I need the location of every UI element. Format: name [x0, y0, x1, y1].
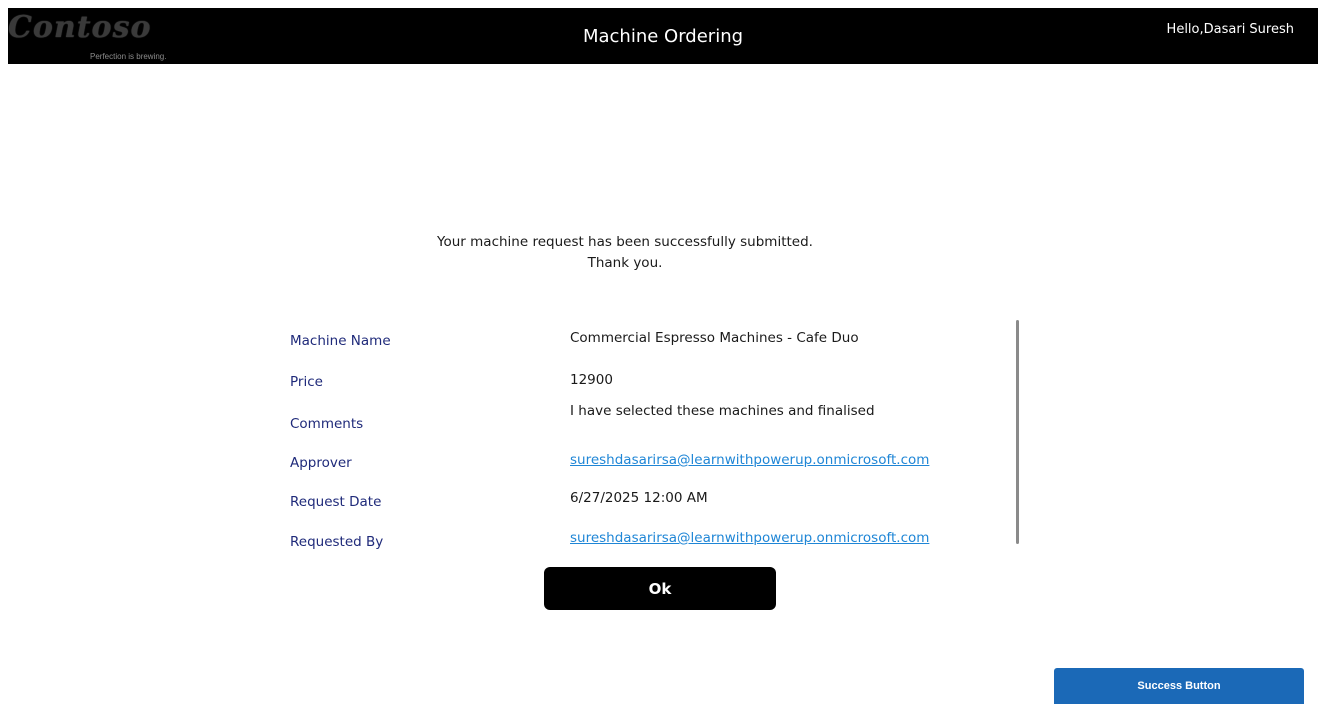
user-greeting: Hello,Dasari Suresh — [1166, 22, 1294, 37]
ok-button[interactable]: Ok — [544, 567, 776, 610]
request-date-value: 6/27/2025 12:00 AM — [570, 490, 708, 506]
machine-name-value: Commercial Espresso Machines - Cafe Duo — [570, 330, 859, 346]
header-bar: Contoso Perfection is brewing. Machine O… — [8, 8, 1318, 64]
scrollbar-thumb[interactable] — [1016, 320, 1019, 544]
machine-name-label: Machine Name — [290, 333, 391, 349]
logo-tagline: Perfection is brewing. — [90, 52, 167, 61]
confirmation-message: Your machine request has been successful… — [437, 234, 813, 250]
approver-label: Approver — [290, 455, 352, 471]
requested-by-label: Requested By — [290, 534, 384, 550]
success-button[interactable]: Success Button — [1054, 668, 1304, 704]
approver-email-link[interactable]: sureshdasarirsa@learnwithpowerup.onmicro… — [570, 452, 929, 468]
price-value: 12900 — [570, 372, 613, 388]
price-label: Price — [290, 374, 323, 390]
thank-you-message: Thank you. — [587, 255, 663, 271]
comments-label: Comments — [290, 416, 364, 432]
request-date-label: Request Date — [290, 494, 382, 510]
screen: Contoso Perfection is brewing. Machine O… — [0, 0, 1326, 704]
page-title: Machine Ordering — [582, 26, 744, 47]
comments-value: I have selected these machines and final… — [570, 403, 875, 419]
requested-by-email-link[interactable]: sureshdasarirsa@learnwithpowerup.onmicro… — [570, 530, 929, 546]
details-scrollbar[interactable] — [1015, 320, 1021, 544]
